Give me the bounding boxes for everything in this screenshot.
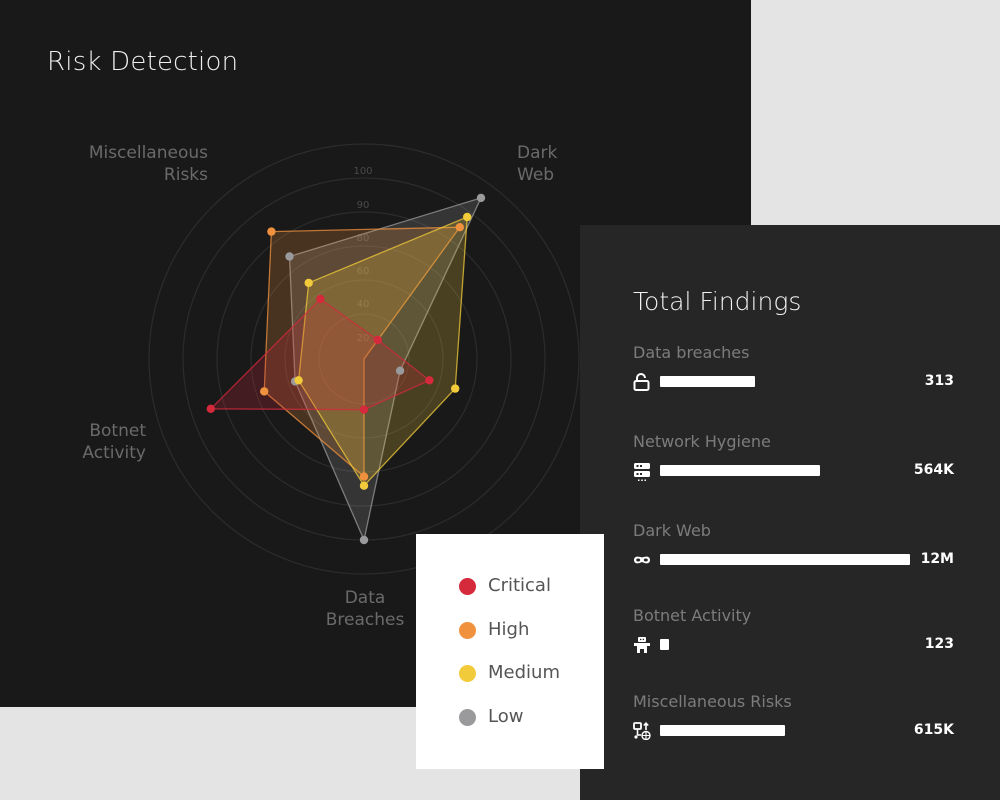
axis-label-data-breaches: Data Breaches (320, 587, 410, 631)
data-point-critical (425, 376, 434, 385)
data-point-high (455, 223, 464, 232)
data-point-medium (359, 481, 369, 490)
data-point-low (285, 252, 294, 261)
mask-icon (634, 556, 650, 564)
network-globe-icon (633, 722, 651, 740)
data-point-critical (206, 404, 215, 413)
finding-label: Data breaches (633, 343, 750, 362)
legend-label: Low (488, 706, 524, 727)
legend-label: Medium (488, 662, 560, 683)
findings-title: Total Findings (633, 287, 802, 316)
axis-label-misc-risks: Miscellaneous Risks (60, 142, 208, 186)
data-point-high (267, 227, 276, 236)
finding-label: Network Hygiene (633, 432, 771, 451)
axis-label-line: Web (517, 165, 555, 185)
data-point-critical (359, 405, 369, 414)
data-point-high (260, 387, 269, 396)
data-point-medium (463, 212, 472, 222)
server-rack-icon (634, 463, 650, 481)
data-point-low (359, 535, 369, 545)
data-point-high (359, 472, 369, 481)
axis-label-line: Breaches (325, 610, 405, 630)
finding-network-hygiene: Network Hygiene 564K (633, 432, 963, 502)
legend-dot-low (459, 709, 476, 726)
axis-label-line: Risks (163, 165, 208, 185)
finding-bar (660, 725, 785, 736)
finding-bar-track (660, 554, 910, 565)
axis-label-line: Activity (82, 443, 146, 463)
finding-value: 615K (913, 722, 954, 738)
panel-title: Risk Detection (47, 47, 239, 77)
finding-bar-track (660, 639, 910, 650)
finding-value: 564K (913, 462, 954, 478)
data-point-critical (316, 294, 325, 304)
finding-label: Dark Web (633, 521, 711, 540)
data-point-critical (373, 335, 382, 345)
legend-dot-critical (459, 578, 476, 595)
finding-botnet-activity: Botnet Activity 123 (633, 606, 963, 676)
finding-bar (660, 639, 669, 650)
data-point-low (476, 193, 486, 203)
finding-miscellaneous-risks: Miscellaneous Risks 615K (633, 692, 963, 762)
data-point-low (395, 366, 405, 375)
legend-dot-high (459, 622, 476, 639)
axis-label-line: Dark (517, 143, 558, 163)
finding-label: Miscellaneous Risks (633, 692, 792, 711)
legend-label: High (488, 619, 530, 640)
finding-data-breaches: Data breaches 313 (633, 343, 963, 413)
unlocked-padlock-icon (633, 373, 650, 391)
finding-value: 12M (920, 551, 954, 567)
axis-label-dark-web: Dark Web (517, 142, 557, 186)
axis-label-line: Miscellaneous (88, 143, 208, 163)
finding-label: Botnet Activity (633, 606, 752, 625)
axis-label-botnet-activity: Botnet Activity (80, 420, 146, 464)
legend-label: Critical (488, 575, 551, 596)
axis-label-line: Data (344, 588, 386, 608)
finding-dark-web: Dark Web 12M (633, 521, 963, 591)
finding-bar (660, 376, 755, 387)
axis-label-line: Botnet (89, 421, 146, 441)
finding-bar-track (660, 376, 910, 387)
chart-legend: Critical High Medium Low (416, 534, 604, 769)
data-point-medium (304, 278, 313, 288)
finding-value: 313 (924, 373, 954, 389)
tick-label: 100 (353, 166, 372, 177)
finding-bar-track (660, 725, 910, 736)
data-point-medium (294, 376, 303, 385)
legend-dot-medium (459, 665, 476, 682)
robot-icon (634, 637, 650, 653)
data-point-medium (451, 384, 460, 393)
finding-bar (660, 554, 910, 565)
finding-value: 123 (924, 636, 954, 652)
tick-label: 90 (357, 200, 370, 211)
total-findings-panel: Total Findings Data breaches 313 Network… (580, 225, 1000, 800)
finding-bar (660, 465, 820, 476)
finding-bar-track (660, 465, 910, 476)
